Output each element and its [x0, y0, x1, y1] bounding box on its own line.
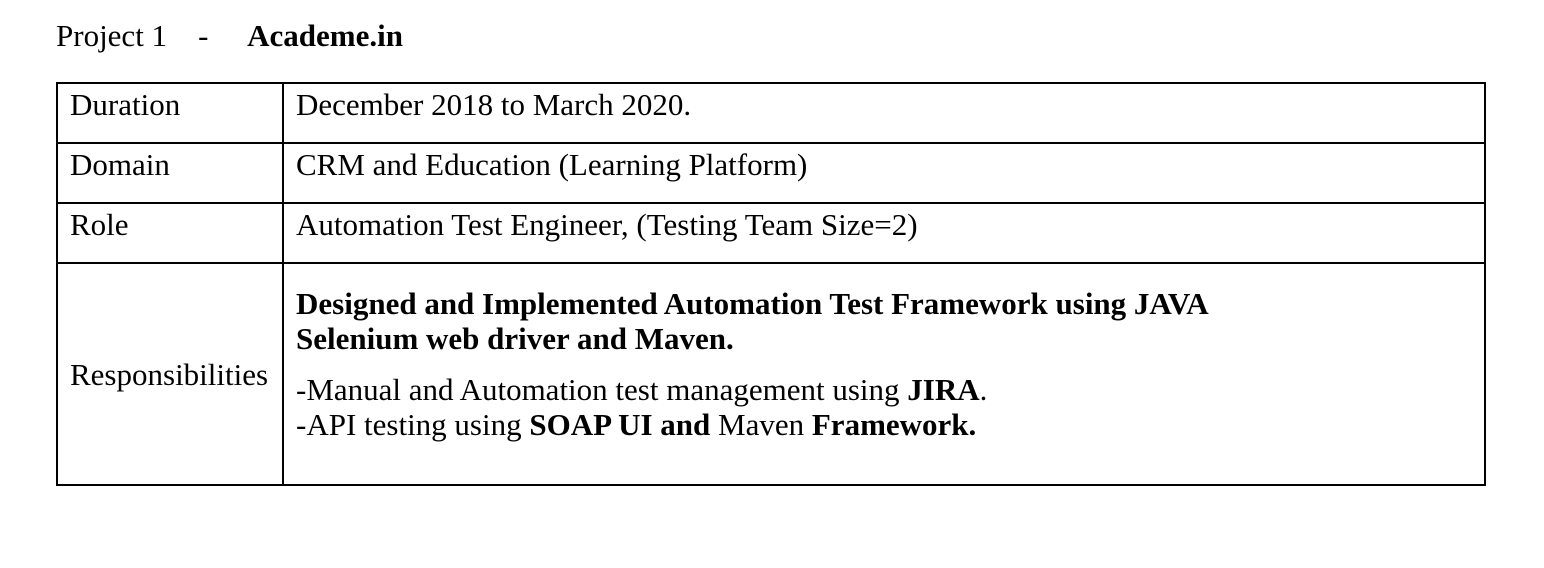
domain-value: CRM and Education (Learning Platform) [282, 142, 1486, 204]
project-heading: Project 1 - Academe.in [56, 16, 403, 56]
heading-separator: - [198, 18, 209, 53]
duration-value: December 2018 to March 2020. [282, 82, 1486, 144]
responsibilities-key: Responsibilities [56, 262, 284, 486]
item-text: -API testing using [296, 407, 530, 442]
table-row-role: Role Automation Test Engineer, (Testing … [56, 202, 1486, 264]
responsibility-item-api: -API testing using SOAP UI and Maven Fra… [296, 407, 1472, 442]
responsibilities-value: Designed and Implemented Automation Test… [282, 262, 1486, 486]
role-key: Role [56, 202, 284, 264]
item-bold-jira: JIRA [907, 372, 980, 407]
item-text-suffix: . [979, 372, 988, 407]
domain-key: Domain [56, 142, 284, 204]
table-row-responsibilities: Responsibilities Designed and Implemente… [56, 262, 1486, 486]
item-bold-soapui: SOAP UI and [529, 407, 711, 442]
item-bold-framework: Framework. [811, 407, 977, 442]
item-text-middle: Maven [710, 407, 812, 442]
table-row-domain: Domain CRM and Education (Learning Platf… [56, 142, 1486, 204]
project-details-table: Duration December 2018 to March 2020. Do… [56, 82, 1486, 486]
summary-line-1: Designed and Implemented Automation Test… [296, 286, 1209, 321]
responsibilities-summary: Designed and Implemented Automation Test… [296, 286, 1472, 356]
role-value: Automation Test Engineer, (Testing Team … [282, 202, 1486, 264]
project-name: Academe.in [247, 18, 403, 53]
table-row-duration: Duration December 2018 to March 2020. [56, 82, 1486, 144]
responsibility-item-jira: -Manual and Automation test management u… [296, 372, 1472, 407]
duration-key: Duration [56, 82, 284, 144]
item-text: -Manual and Automation test management u… [296, 372, 908, 407]
summary-line-2: Selenium web driver and Maven. [296, 321, 734, 356]
project-label: Project 1 [56, 18, 168, 53]
